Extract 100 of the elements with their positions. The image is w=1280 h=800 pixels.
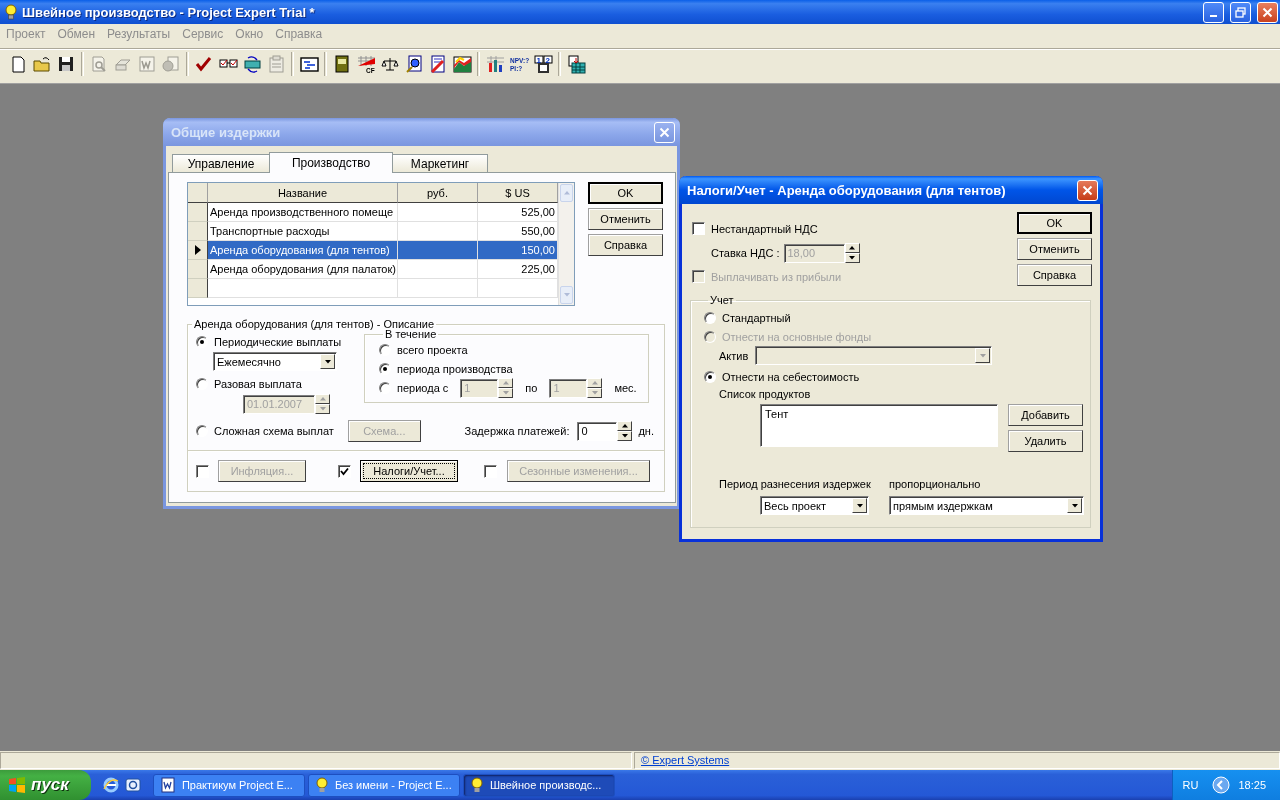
number-field[interactable]: 0 — [577, 421, 618, 441]
radio-button[interactable] — [704, 370, 716, 383]
row-header[interactable] — [188, 203, 208, 222]
taskbar-button[interactable]: Швейное производс... — [462, 773, 615, 797]
up-arrow-icon — [318, 396, 327, 402]
report-icon[interactable] — [566, 54, 586, 74]
browser-icon[interactable] — [102, 777, 119, 793]
spin-up-button[interactable] — [498, 378, 514, 388]
dropdown-button[interactable] — [1067, 498, 1082, 513]
spin-down-button[interactable] — [587, 388, 603, 398]
bar-chart-icon[interactable] — [485, 54, 505, 74]
dropdown[interactable]: Весь проект — [760, 496, 869, 515]
product-list[interactable]: Тент — [760, 404, 998, 447]
spin-up-button[interactable] — [587, 378, 603, 388]
taskbar-button[interactable]: Практикум Project E... — [152, 773, 305, 797]
mail-icon[interactable] — [124, 777, 141, 793]
group-title: Учет — [709, 294, 735, 306]
table-cell: Аренда оборудования (для тентов) — [208, 241, 398, 260]
table-row[interactable]: Аренда производственного помеще 525,00 — [188, 203, 558, 222]
area-chart-icon[interactable] — [452, 54, 472, 74]
group-title: В течение — [384, 328, 438, 340]
down-arrow-icon — [590, 390, 599, 396]
dialog-button[interactable]: OK — [1017, 212, 1092, 234]
spin-up-button[interactable] — [844, 243, 860, 253]
row-header[interactable] — [188, 260, 208, 279]
flag-icon — [8, 777, 26, 793]
row-header[interactable] — [188, 222, 208, 241]
field-label: пропорционально — [889, 478, 981, 490]
row-header[interactable] — [188, 241, 208, 260]
down-arrow-icon — [855, 502, 864, 509]
book-icon[interactable] — [332, 54, 352, 74]
pencil-document-icon[interactable] — [428, 54, 448, 74]
down-arrow-icon — [501, 390, 510, 396]
floppy-icon[interactable] — [56, 54, 76, 74]
table-row[interactable]: Аренда оборудования (для палаток) 225,00 — [188, 260, 558, 279]
dialog-button[interactable]: Справка — [1017, 264, 1092, 286]
table-row[interactable]: Аренда оборудования (для тентов) 150,00 — [188, 241, 558, 260]
task-label: Швейное производс... — [489, 779, 602, 791]
dropdown[interactable]: Ежемесячно — [213, 352, 337, 371]
down-arrow-icon — [1070, 502, 1079, 509]
app-icon — [4, 4, 18, 20]
restore-icon — [1235, 6, 1246, 18]
spin-up-button[interactable] — [617, 421, 633, 431]
globe-document-icon[interactable] — [404, 54, 424, 74]
radio-label[interactable]: Стандартный — [722, 311, 791, 324]
spin-down-button[interactable] — [844, 253, 860, 263]
chevron-icon[interactable] — [1212, 776, 1231, 794]
close-icon — [1262, 6, 1273, 18]
up-arrow-icon — [501, 380, 510, 386]
field-label: Ставка НДС : — [711, 247, 780, 259]
bulb-icon — [469, 777, 484, 793]
field-label: Актив — [719, 349, 749, 362]
down-arrow-icon — [318, 406, 327, 412]
list-item[interactable]: Тент — [765, 408, 993, 420]
window-title: Швейное производство - Project Expert Trial * — [22, 4, 316, 20]
dropdown-button[interactable] — [320, 354, 335, 369]
task-label: Практикум Project E... — [181, 779, 293, 791]
dialog-button[interactable]: Налоги/Учет... — [360, 460, 458, 482]
column-header[interactable]: Название — [208, 183, 398, 203]
close-icon — [659, 126, 670, 138]
down-arrow-icon — [323, 358, 332, 365]
dialog-button[interactable]: Отменить — [1017, 238, 1092, 260]
header-corner — [188, 183, 208, 203]
down-arrow-icon — [978, 352, 987, 359]
field-label: Задержка платежей: — [464, 425, 570, 437]
minimize-button[interactable] — [1203, 1, 1224, 23]
checkbox-label[interactable]: Нестандартный НДС — [711, 222, 818, 235]
close-button[interactable] — [1257, 1, 1278, 23]
checkbox[interactable] — [692, 222, 705, 235]
spin-down-button[interactable] — [498, 388, 514, 398]
radio-label[interactable]: Отнести на себестоимость — [722, 370, 860, 383]
unit-label: дн. — [638, 425, 654, 437]
spin-down-button[interactable] — [617, 431, 633, 441]
exchange-icon[interactable] — [242, 54, 262, 74]
down-arrow-icon — [620, 433, 629, 439]
column-header[interactable]: руб. — [398, 183, 478, 203]
group-title: Аренда оборудования (для тентов) - Описание — [193, 318, 436, 330]
restore-button[interactable] — [1230, 1, 1251, 23]
dropdown[interactable]: прямым издержкам — [889, 496, 1084, 515]
column-header[interactable]: $ US — [478, 183, 558, 203]
table-cell: Аренда производственного помеще — [208, 203, 398, 222]
minimize-icon — [1210, 15, 1217, 17]
spin-down-button[interactable] — [315, 404, 330, 414]
dialog-button[interactable]: Добавить — [1008, 404, 1083, 426]
radio-label[interactable]: Периодические выплаты — [214, 335, 342, 348]
dialog-title: Налоги/Учет - Аренда оборудования (для тентов) — [687, 182, 1007, 198]
dropdown-button[interactable] — [852, 498, 867, 513]
schedule-window-icon[interactable] — [299, 54, 319, 74]
link[interactable]: © Expert Systems — [634, 752, 1280, 769]
close-button[interactable] — [1077, 179, 1098, 201]
language-indicator[interactable]: RU — [1176, 779, 1205, 791]
task-label: Без имени - Project E... — [334, 779, 452, 791]
checkmark-icon[interactable] — [194, 54, 214, 74]
folder-icon[interactable] — [32, 54, 52, 74]
dialog-title: Общие издержки — [171, 124, 282, 140]
taskbar-button[interactable]: Без имени - Project E... — [307, 773, 460, 797]
spin-up-button[interactable] — [315, 394, 330, 404]
close-icon — [1082, 184, 1093, 196]
table-cell: 150,00 — [478, 241, 558, 260]
dialog-button[interactable]: Удалить — [1008, 430, 1083, 452]
